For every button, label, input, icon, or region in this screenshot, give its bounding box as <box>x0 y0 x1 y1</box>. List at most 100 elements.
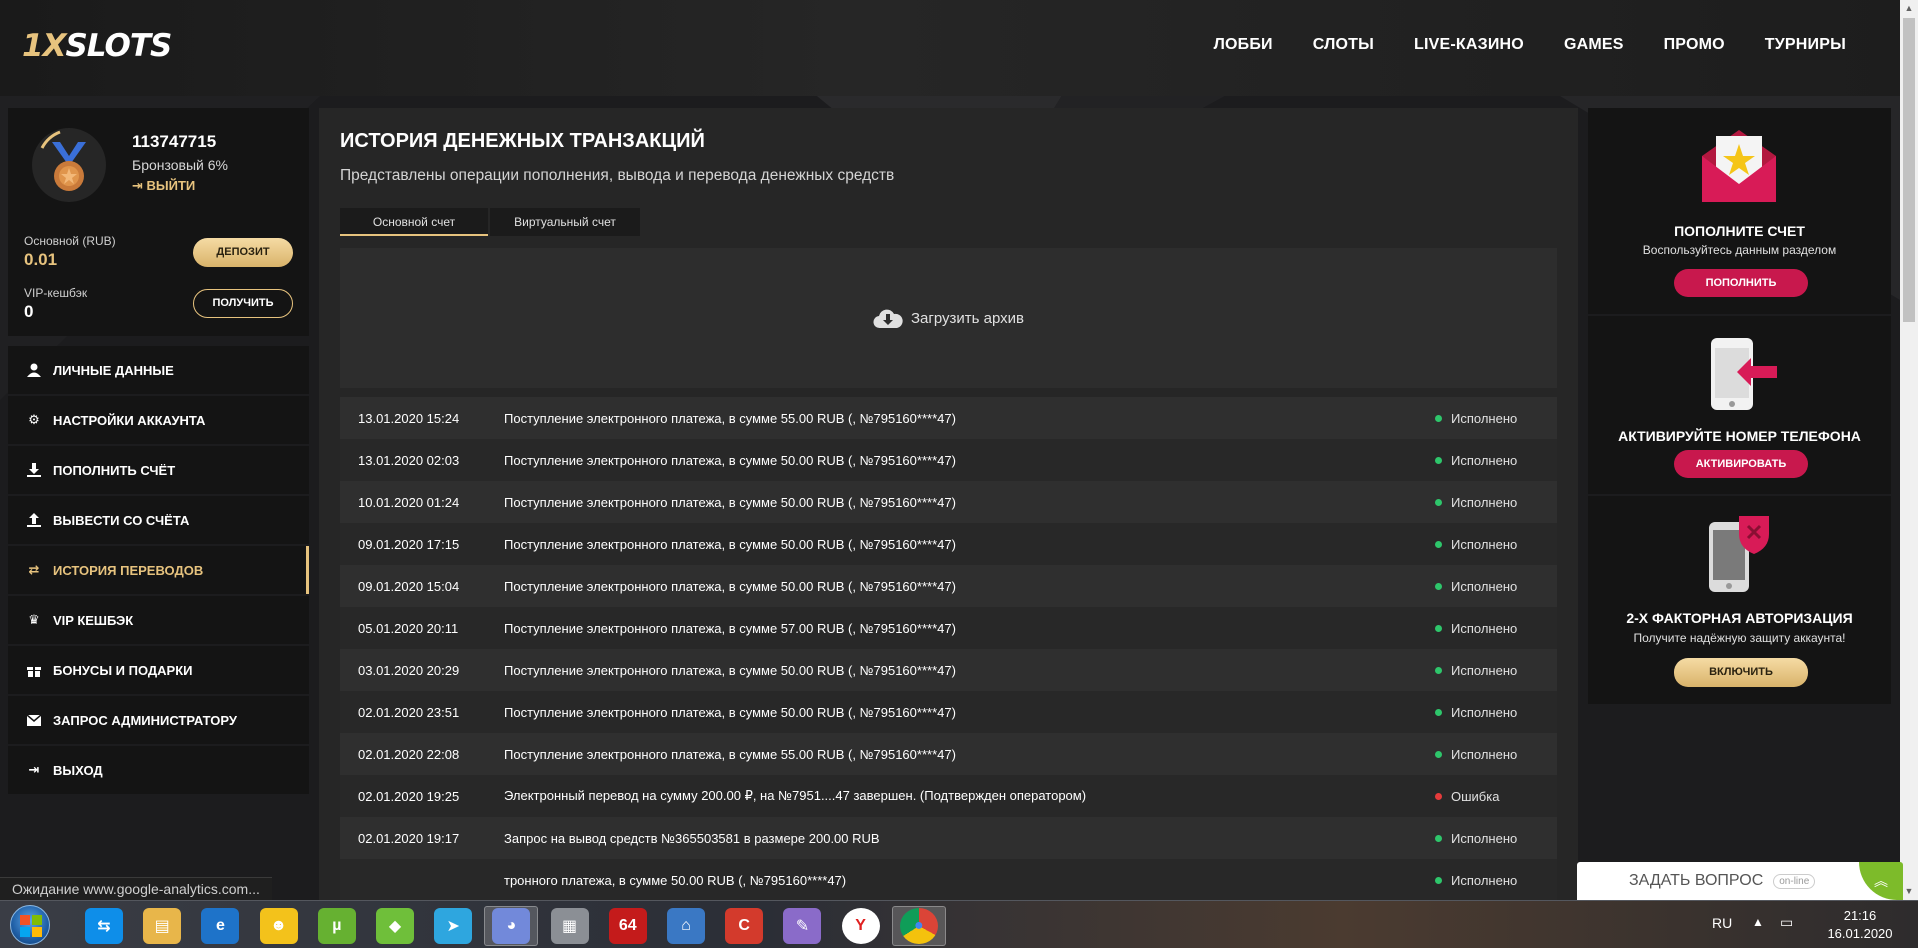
taskbar-ccleaner-button[interactable]: C <box>717 906 771 946</box>
status-dot-icon <box>1435 498 1442 506</box>
site-logo[interactable]: 1XSLOTS <box>22 28 172 64</box>
status-dot-icon <box>1435 456 1442 464</box>
user-id: 113747715 <box>132 132 217 151</box>
transaction-status: Исполнено <box>1435 873 1557 888</box>
menu-personal-data[interactable]: ЛИЧНЫЕ ДАННЫЕ <box>8 346 309 394</box>
profile-card: 113747715 Бронзовый 6% ⇥ ВЫЙТИ Основной … <box>8 108 309 336</box>
enable-2fa-button[interactable]: ВКЛЮЧИТЬ <box>1674 658 1808 687</box>
menu-vip-cashback[interactable]: ♛ VIP КЕШБЭК <box>8 596 309 644</box>
transaction-row: 05.01.2020 20:11 Поступление электронного… <box>340 607 1557 649</box>
system-clock[interactable]: 21:16 16.01.2020 <box>1818 907 1902 943</box>
disk-app-icon: ▦ <box>550 908 589 944</box>
taskbar-smiley-app-button[interactable]: ☻ <box>252 906 306 946</box>
transaction-status: Исполнено <box>1435 453 1557 468</box>
taskbar-disk-app-button[interactable]: ▦ <box>543 906 597 946</box>
status-dot-icon <box>1435 834 1442 842</box>
transactions-list: 13.01.2020 15:24 Поступление электронного… <box>340 397 1557 900</box>
status-dot-icon <box>1435 708 1442 716</box>
top-up-button[interactable]: ПОПОЛНИТЬ <box>1674 269 1808 297</box>
transaction-description: Поступление электронного платежа, в сумм… <box>504 536 956 552</box>
taskbar-bluestacks-button[interactable]: ◆ <box>368 906 422 946</box>
language-indicator[interactable]: RU <box>1712 915 1732 931</box>
envelope-icon <box>25 712 43 728</box>
network-app-icon: ⌂ <box>667 908 705 944</box>
online-badge: on-line <box>1773 873 1816 889</box>
user-icon <box>25 362 43 378</box>
transaction-description: Поступление электронного платежа, в сумм… <box>504 746 956 762</box>
nav-lobby[interactable]: ЛОББИ <box>1214 36 1273 54</box>
logout-link[interactable]: ⇥ ВЫЙТИ <box>132 178 195 194</box>
transaction-description: Поступление электронного платежа, в сумм… <box>504 704 956 720</box>
account-tabs: Основной счет Виртуальный счет <box>340 208 642 236</box>
taskbar-teamviewer-button[interactable]: ⇆ <box>77 906 131 946</box>
menu-admin-request[interactable]: ЗАПРОС АДМИНИСТРАТОРУ <box>8 696 309 744</box>
nav-tournaments[interactable]: ТУРНИРЫ <box>1765 36 1846 54</box>
nav-promo[interactable]: ПРОМО <box>1664 36 1725 54</box>
tab-main-account[interactable]: Основной счет <box>340 208 488 236</box>
menu-transfer-history[interactable]: ⇄ ИСТОРИЯ ПЕРЕВОДОВ <box>8 546 309 594</box>
network-icon[interactable]: ▭ <box>1780 914 1793 931</box>
smiley-app-icon: ☻ <box>259 908 298 944</box>
taskbar-explorer-button[interactable]: ▤ <box>135 906 189 946</box>
page-title: ИСТОРИЯ ДЕНЕЖНЫХ ТРАНЗАКЦИЙ <box>340 130 705 152</box>
account-menu: ЛИЧНЫЕ ДАННЫЕ ⚙ НАСТРОЙКИ АККАУНТА ПОПОЛ… <box>8 346 309 796</box>
aida64-icon: 64 <box>608 908 647 944</box>
menu-bonuses[interactable]: БОНУСЫ И ПОДАРКИ <box>8 646 309 694</box>
ask-question-label: ЗАДАТЬ ВОПРОС <box>1629 872 1764 889</box>
taskbar-utorrent-button[interactable]: µ <box>310 906 364 946</box>
nav-slots[interactable]: СЛОТЫ <box>1313 36 1374 54</box>
taskbar-network-app-button[interactable]: ⌂ <box>659 906 713 946</box>
deposit-button[interactable]: ДЕПОЗИТ <box>193 238 293 267</box>
transaction-description: Электронный перевод на сумму 200.00 ₽, н… <box>504 788 1087 803</box>
menu-exit[interactable]: ⇥ ВЫХОД <box>8 746 309 794</box>
taskbar-discord-button[interactable]: ◕ <box>484 906 539 946</box>
tab-virtual-account[interactable]: Виртуальный счет <box>490 208 640 236</box>
chevron-up-icon[interactable]: ︽ <box>1859 862 1903 900</box>
menu-deposit[interactable]: ПОПОЛНИТЬ СЧЁТ <box>8 446 309 494</box>
yandex-browser-icon: Y <box>841 908 880 944</box>
menu-withdraw[interactable]: ВЫВЕСТИ СО СЧЁТА <box>8 496 309 544</box>
exit-icon: ⇥ <box>28 762 40 777</box>
phone-arrow-icon <box>1711 338 1777 410</box>
receive-button[interactable]: ПОЛУЧИТЬ <box>193 289 293 318</box>
taskbar-internet-explorer-button[interactable]: e <box>193 906 247 946</box>
taskbar-feather-app-button[interactable]: ✎ <box>775 906 829 946</box>
transaction-status: Исполнено <box>1435 663 1557 678</box>
transaction-status: Исполнено <box>1435 579 1557 594</box>
transaction-date: 13.01.2020 15:24 <box>358 410 460 426</box>
transaction-status: Исполнено <box>1435 621 1557 636</box>
nav-games[interactable]: GAMES <box>1564 36 1624 54</box>
main-balance-label: Основной (RUB) <box>24 234 116 248</box>
transactions-panel: ИСТОРИЯ ДЕНЕЖНЫХ ТРАНЗАКЦИЙ Представлены… <box>319 108 1578 900</box>
scroll-up-icon[interactable]: ▲ <box>1900 0 1918 17</box>
start-button[interactable] <box>10 905 50 945</box>
tray-expand-icon[interactable]: ▲ <box>1752 915 1764 929</box>
upload-icon <box>25 512 43 528</box>
transaction-status: Исполнено <box>1435 537 1557 552</box>
crown-icon: ♛ <box>28 612 40 627</box>
status-dot-icon <box>1435 792 1442 800</box>
menu-account-settings[interactable]: ⚙ НАСТРОЙКИ АККАУНТА <box>8 396 309 444</box>
download-archive-button[interactable]: Загрузить архив <box>340 248 1557 388</box>
taskbar-chrome-button[interactable]: ● <box>891 906 946 946</box>
transaction-status: Ошибка <box>1435 789 1557 804</box>
page-scrollbar[interactable]: ▲ ▼ <box>1900 0 1918 900</box>
ask-question-widget[interactable]: ЗАДАТЬ ВОПРОС on-line ︽ <box>1577 862 1903 900</box>
nav-live-casino[interactable]: LIVE-КАЗИНО <box>1414 36 1524 54</box>
scrollbar-thumb[interactable] <box>1903 18 1915 322</box>
transaction-status: Исполнено <box>1435 495 1557 510</box>
status-dot-icon <box>1435 666 1442 674</box>
explorer-icon: ▤ <box>143 908 182 944</box>
utorrent-icon: µ <box>317 908 356 944</box>
status-dot-icon <box>1435 624 1442 632</box>
transaction-row: 02.01.2020 19:17 Запрос на вывод средств … <box>340 817 1557 859</box>
activate-button[interactable]: АКТИВИРОВАТЬ <box>1674 450 1808 478</box>
transaction-row: 13.01.2020 15:24 Поступление электронного… <box>340 397 1557 439</box>
promo-deposit-text: Воспользуйтесь данным разделом <box>1642 243 1837 257</box>
promo-deposit-card: ПОПОЛНИТЕ СЧЕТ Воспользуйтесь данным раз… <box>1588 108 1891 314</box>
transaction-date: 10.01.2020 01:24 <box>358 494 460 510</box>
taskbar-yandex-browser-button[interactable]: Y <box>834 906 888 946</box>
transaction-description: Поступление электронного платежа, в сумм… <box>504 620 956 636</box>
taskbar-telegram-button[interactable]: ➤ <box>426 906 480 946</box>
taskbar-aida64-button[interactable]: 64 <box>601 906 655 946</box>
